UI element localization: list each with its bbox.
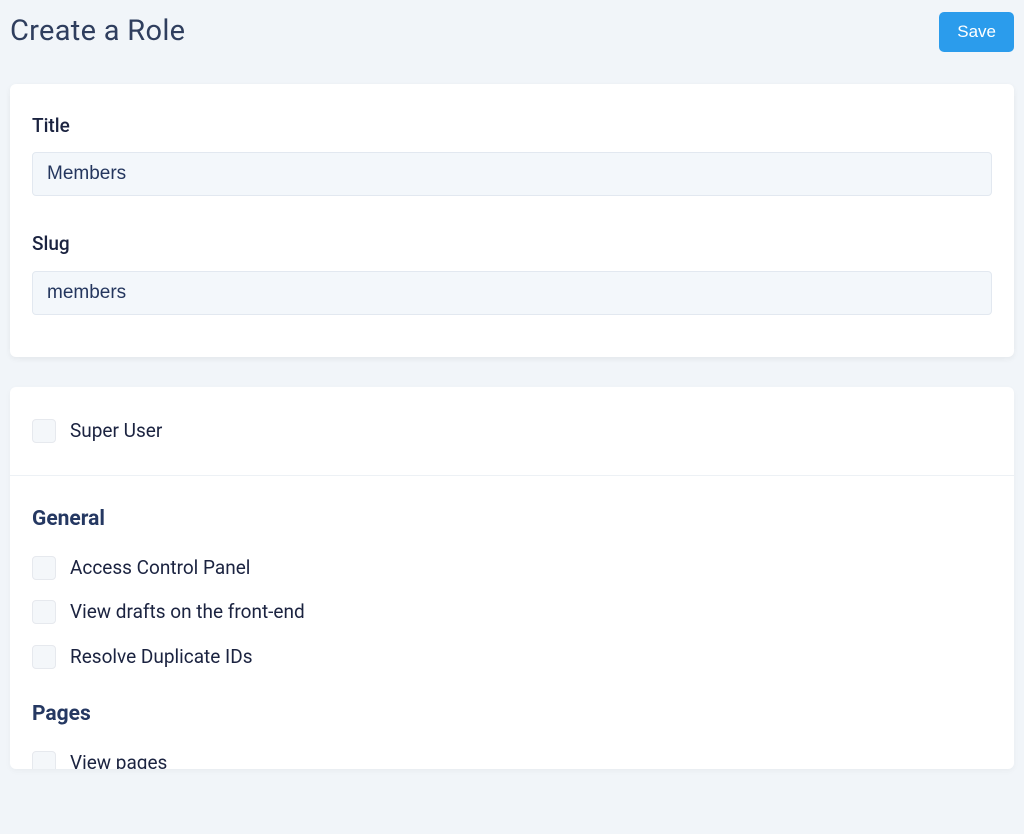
access-control-panel-checkbox[interactable] [32,556,56,580]
permission-row: View drafts on the front-end [32,598,992,627]
resolve-duplicate-ids-checkbox[interactable] [32,645,56,669]
permission-label: Access Control Panel [70,554,250,583]
permission-label: Resolve Duplicate IDs [70,643,253,672]
super-user-checkbox[interactable] [32,419,56,443]
permissions-card: Super User General Access Control Panel … [10,387,1014,770]
page-title: Create a Role [10,10,185,54]
slug-input[interactable] [32,271,992,315]
permission-row: Resolve Duplicate IDs [32,643,992,672]
title-label: Title [32,112,992,141]
super-user-label: Super User [70,417,162,446]
view-pages-checkbox[interactable] [32,751,56,769]
section-heading-pages: Pages [32,699,992,731]
slug-label: Slug [32,230,992,259]
section-heading-general: General [32,504,992,536]
role-form-card: Title Slug [10,84,1014,357]
permission-label: View drafts on the front-end [70,598,305,627]
save-button[interactable]: Save [939,12,1014,52]
super-user-row: Super User [32,417,992,446]
permission-row: View pages [32,749,992,770]
title-input[interactable] [32,152,992,196]
view-drafts-checkbox[interactable] [32,600,56,624]
permission-row: Access Control Panel [32,554,992,583]
permission-label: View pages [70,749,167,770]
